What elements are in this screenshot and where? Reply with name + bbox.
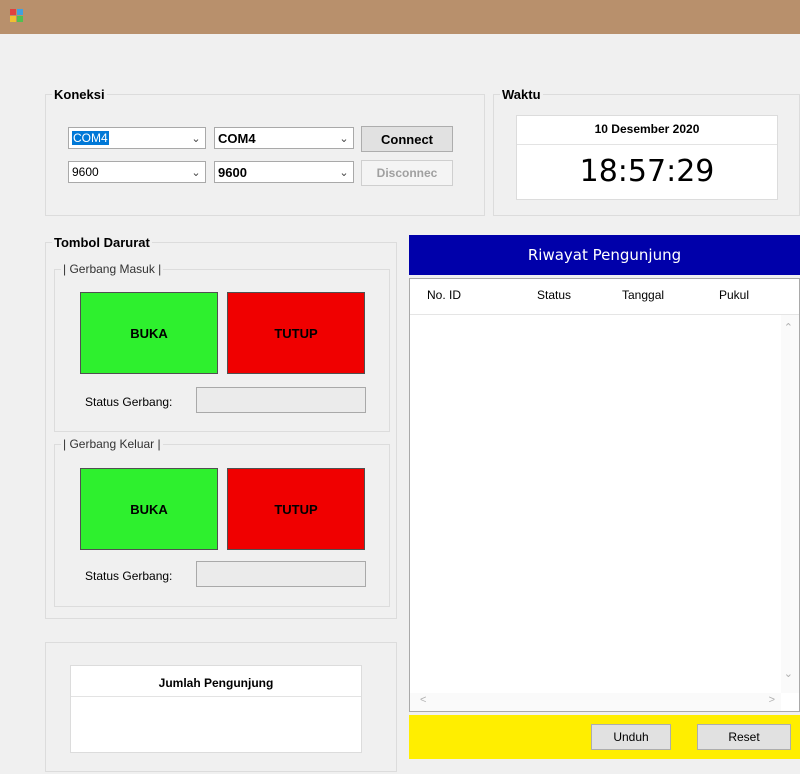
scroll-right-icon[interactable]: > xyxy=(769,694,775,706)
column-header-tanggal[interactable]: Tanggal xyxy=(622,288,664,302)
gerbang-masuk-group: | Gerbang Masuk | BUKA TUTUP Status Gerb… xyxy=(54,262,390,432)
chevron-down-icon[interactable]: ⌄ xyxy=(335,166,353,179)
action-bar: Unduh Reset xyxy=(409,715,800,759)
unduh-button[interactable]: Unduh xyxy=(591,724,671,750)
column-header-id[interactable]: No. ID xyxy=(427,288,461,302)
masuk-tutup-button[interactable]: TUTUP xyxy=(227,292,365,374)
gerbang-masuk-title: | Gerbang Masuk | xyxy=(61,262,164,276)
scroll-left-icon[interactable]: < xyxy=(420,694,426,706)
jumlah-group: Jumlah Pengunjung xyxy=(45,642,397,772)
waktu-title: Waktu xyxy=(500,87,543,102)
waktu-group: Waktu 10 Desember 2020 18:57:29 xyxy=(493,87,800,216)
keluar-status-field[interactable] xyxy=(196,561,366,587)
jumlah-panel: Jumlah Pengunjung xyxy=(70,665,362,753)
reset-button[interactable]: Reset xyxy=(697,724,791,750)
port-selected-value: COM4 xyxy=(72,131,109,145)
vertical-scrollbar[interactable] xyxy=(781,315,799,693)
baud-select-2[interactable]: 9600 ⌄ xyxy=(214,161,354,183)
clock-divider xyxy=(517,144,777,145)
baud-selected-value: 9600 xyxy=(72,165,99,179)
title-bar xyxy=(0,0,800,34)
time-display: 18:57:29 xyxy=(579,154,715,189)
masuk-status-label: Status Gerbang: xyxy=(85,395,173,409)
main-window: Koneksi COM4 ⌄ COM4 ⌄ Connect 9600 ⌄ 960… xyxy=(7,34,800,774)
horizontal-scrollbar[interactable] xyxy=(410,693,781,711)
port-select[interactable]: COM4 ⌄ xyxy=(68,127,206,149)
scroll-down-icon[interactable]: ⌄ xyxy=(784,667,793,680)
scroll-up-icon[interactable]: ⌃ xyxy=(784,321,793,334)
tombol-darurat-group: Tombol Darurat | Gerbang Masuk | BUKA TU… xyxy=(45,235,397,619)
header-separator xyxy=(410,314,799,315)
keluar-buka-button[interactable]: BUKA xyxy=(80,468,218,550)
app-window-icon[interactable] xyxy=(10,9,24,23)
chevron-down-icon[interactable]: ⌄ xyxy=(187,166,205,179)
riwayat-listview[interactable]: No. ID Status Tanggal Pukul ⌃ ⌄ < > xyxy=(409,278,800,712)
tombol-darurat-title: Tombol Darurat xyxy=(52,235,152,250)
column-header-pukul[interactable]: Pukul xyxy=(719,288,749,302)
connect-button[interactable]: Connect xyxy=(361,126,453,152)
jumlah-title: Jumlah Pengunjung xyxy=(158,676,274,690)
baud-value: 9600 xyxy=(218,164,247,180)
keluar-tutup-button[interactable]: TUTUP xyxy=(227,468,365,550)
baud-select[interactable]: 9600 ⌄ xyxy=(68,161,206,183)
port-select-2[interactable]: COM4 ⌄ xyxy=(214,127,354,149)
date-display: 10 Desember 2020 xyxy=(594,122,700,136)
koneksi-title: Koneksi xyxy=(52,87,107,102)
chevron-down-icon[interactable]: ⌄ xyxy=(187,132,205,145)
keluar-status-label: Status Gerbang: xyxy=(85,569,173,583)
chevron-down-icon[interactable]: ⌄ xyxy=(335,132,353,145)
column-header-status[interactable]: Status xyxy=(537,288,571,302)
disconnect-button[interactable]: Disconnec xyxy=(361,160,453,186)
riwayat-header: Riwayat Pengunjung xyxy=(409,235,800,275)
masuk-buka-button[interactable]: BUKA xyxy=(80,292,218,374)
port-value: COM4 xyxy=(218,130,256,146)
clock-panel: 10 Desember 2020 18:57:29 xyxy=(516,115,778,200)
gerbang-keluar-title: | Gerbang Keluar | xyxy=(61,437,163,451)
jumlah-divider xyxy=(71,696,361,697)
koneksi-group: Koneksi COM4 ⌄ COM4 ⌄ Connect 9600 ⌄ 960… xyxy=(45,87,485,216)
gerbang-keluar-group: | Gerbang Keluar | BUKA TUTUP Status Ger… xyxy=(54,437,390,607)
masuk-status-field[interactable] xyxy=(196,387,366,413)
